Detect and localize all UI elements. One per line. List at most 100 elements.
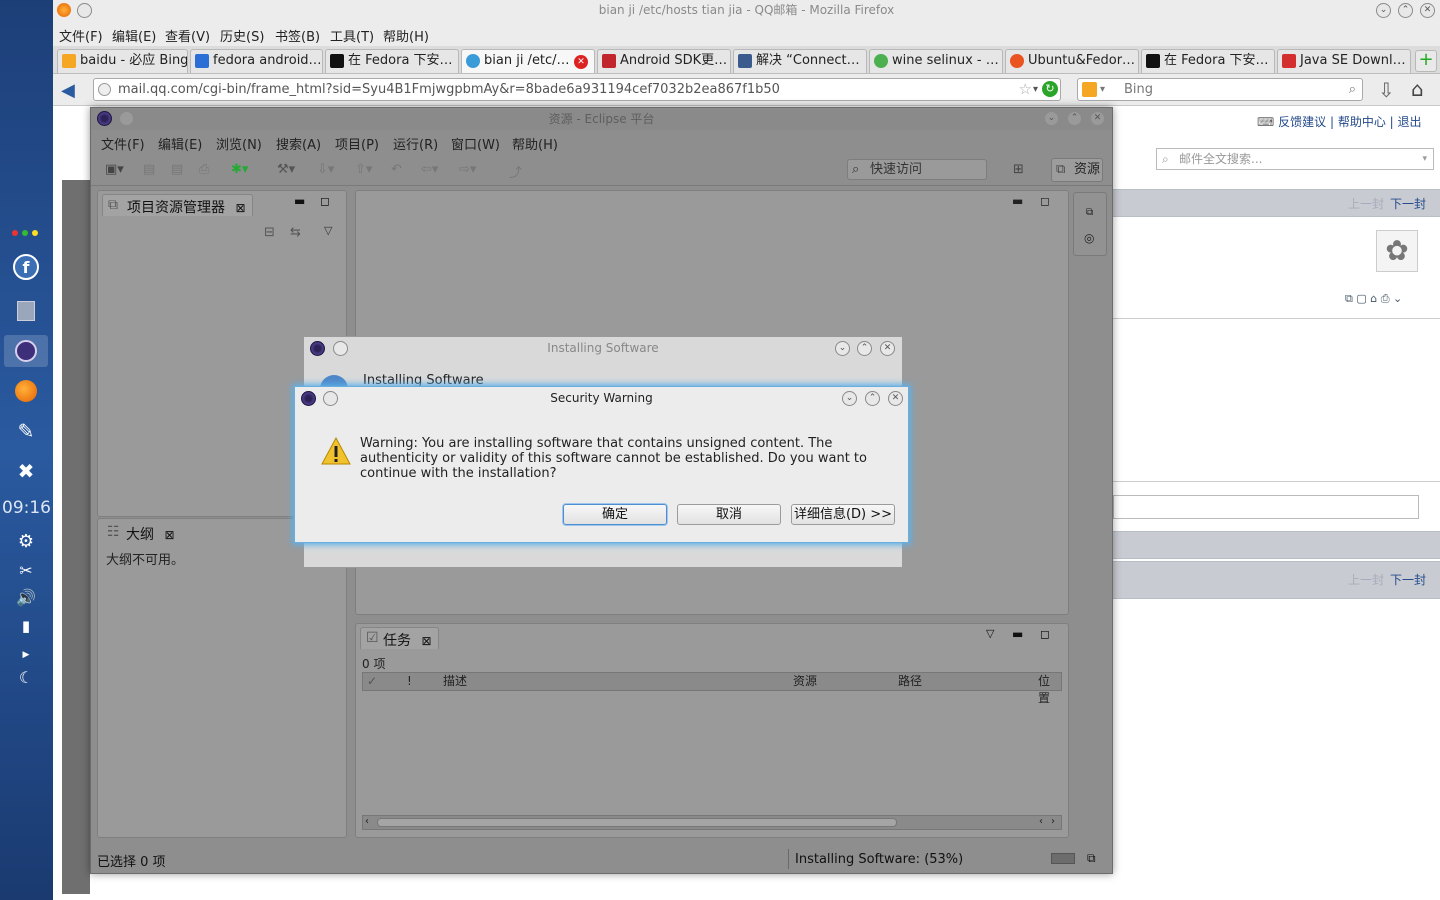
url-bar[interactable]: mail.qq.com/cgi-bin/frame_html?sid=Syu4B… (93, 78, 1061, 101)
minimize-view-icon[interactable]: ▬ (1012, 627, 1023, 641)
col-path[interactable]: 路径 (898, 673, 922, 690)
search-binoculars-icon[interactable]: ⌕ (1349, 79, 1356, 100)
prev-mail-link[interactable]: 上一封 (1348, 571, 1384, 588)
last-edit-icon[interactable]: ↶ (391, 162, 402, 177)
window-menu-icon[interactable] (333, 341, 348, 356)
eclipse-menu-edit[interactable]: 编辑(E) (158, 134, 202, 153)
scrollbar-thumb[interactable] (377, 818, 897, 827)
download-icon[interactable]: ⇩ (1378, 78, 1395, 102)
tab-1[interactable]: baidu - 必应 Bing (57, 49, 188, 73)
maximize-icon[interactable]: ⌃ (865, 391, 880, 406)
eclipse-menu-search[interactable]: 搜索(A) (276, 134, 321, 153)
scroll-left-icon[interactable]: ‹ (1039, 816, 1043, 827)
tab-3[interactable]: 在 Fedora 下安… (325, 49, 459, 73)
moon-icon[interactable]: ☾ (10, 662, 42, 692)
qqmail-top-links[interactable]: ⌨ 反馈建议 | 帮助中心 | 退出 (1257, 113, 1422, 130)
mail-tool-icons[interactable]: ⧉ ▢ ⌂ ⎙ ⌄ (1345, 292, 1402, 306)
new-wizard-icon[interactable]: ▣▾ (105, 162, 124, 177)
settings-icon[interactable]: ⚙ (10, 526, 42, 556)
menu-history[interactable]: 历史(S) (220, 26, 264, 45)
maximize-view-icon[interactable]: ◻ (1040, 627, 1050, 641)
tab-10[interactable]: Java SE Downl… (1277, 49, 1411, 73)
debug-icon[interactable]: ✱▾ (231, 162, 248, 177)
view-menu-icon[interactable]: ▽ (986, 627, 994, 640)
view-menu-icon[interactable]: ▽ (324, 224, 332, 237)
tab-project-explorer[interactable]: ⧉ 项目资源管理器 ⊠ (102, 194, 253, 216)
tab-9[interactable]: 在 Fedora 下安… (1141, 49, 1275, 73)
eclipse-menu-navigate[interactable]: 浏览(N) (216, 134, 262, 153)
menu-bookmarks[interactable]: 书签(B) (275, 26, 320, 45)
close-view-icon[interactable]: ⊠ (421, 634, 431, 648)
collapse-all-icon[interactable]: ⊟ (264, 225, 275, 240)
tools-icon[interactable]: ✖ (10, 456, 42, 486)
bookmark-star-icon[interactable]: ☆ (1019, 79, 1032, 100)
col-done[interactable]: ✓ (367, 673, 377, 690)
col-location[interactable]: 位置 (1038, 673, 1061, 707)
eclipse-menu-project[interactable]: 项目(P) (335, 134, 379, 153)
mail-search-input[interactable]: ⌕ 邮件全文搜索... ▾ (1156, 148, 1434, 170)
eclipse-dock-icon[interactable] (4, 335, 48, 367)
prev-mail-link[interactable]: 上一封 (1348, 195, 1384, 212)
prev-annotation-icon[interactable]: ⇧▾ (355, 162, 372, 177)
quick-reply-input[interactable] (1113, 495, 1419, 519)
progress-icon[interactable] (1051, 853, 1075, 864)
eclipse-menu-run[interactable]: 运行(R) (393, 134, 438, 153)
editor-icon[interactable]: ✎ (10, 416, 42, 446)
cancel-button[interactable]: 取消 (677, 504, 781, 525)
details-button[interactable]: 详细信息(D) >> (791, 504, 895, 525)
pin-editor-icon[interactable]: ⤴ (509, 162, 522, 181)
maximize-icon[interactable]: ⌃ (857, 341, 872, 356)
window-menu-icon[interactable] (119, 111, 134, 126)
url-dropdown-icon[interactable]: ▾ (1033, 79, 1038, 100)
eclipse-menu-window[interactable]: 窗口(W) (451, 134, 500, 153)
minimize-editor-icon[interactable]: ▬ (1012, 194, 1023, 208)
scroll-left-icon[interactable]: ‹ (365, 816, 369, 827)
close-icon[interactable]: ✕ (1090, 111, 1105, 126)
minimize-view-icon[interactable]: ▬ (294, 194, 305, 208)
chevron-down-icon[interactable]: ▾ (1422, 149, 1427, 169)
tab-tasks[interactable]: ☑ 任务 ⊠ (360, 627, 439, 649)
maximize-editor-icon[interactable]: ◻ (1040, 194, 1050, 208)
fedora-icon[interactable]: f (10, 252, 42, 282)
forward-icon[interactable]: ⇨▾ (459, 162, 476, 177)
window-menu-icon[interactable] (323, 391, 338, 406)
tab-outline[interactable]: ☷ 大纲 ⊠ (102, 522, 181, 544)
back-arrow-icon[interactable]: ◀ (61, 80, 75, 101)
files-icon[interactable] (10, 296, 42, 326)
menu-tools[interactable]: 工具(T) (330, 26, 374, 45)
tab-4-active[interactable]: bian ji /etc/… ✕ (461, 49, 595, 73)
window-menu-icon[interactable] (77, 3, 92, 18)
close-view-icon[interactable]: ⊠ (235, 201, 245, 215)
external-tools-icon[interactable]: ⚒▾ (277, 162, 295, 177)
eclipse-menu-help[interactable]: 帮助(H) (512, 134, 558, 153)
save-icon[interactable]: ▤ (143, 162, 155, 177)
close-icon[interactable]: ✕ (880, 341, 895, 356)
tab-7[interactable]: wine selinux - … (869, 49, 1003, 73)
menu-file[interactable]: 文件(F) (59, 26, 103, 45)
resource-perspective-button[interactable]: ⧉ 资源 (1051, 158, 1103, 182)
next-annotation-icon[interactable]: ⇩▾ (317, 162, 334, 177)
col-description[interactable]: 描述 (443, 673, 467, 690)
next-mail-link[interactable]: 下一封 (1390, 195, 1426, 212)
save-all-icon[interactable]: ▤ (171, 162, 183, 177)
minimize-icon[interactable]: ⌄ (842, 391, 857, 406)
volume-icon[interactable]: 🔊 (10, 582, 42, 612)
site-identity-icon[interactable] (98, 83, 111, 96)
scroll-right-icon[interactable]: › (1051, 816, 1055, 827)
close-icon[interactable]: ✕ (888, 391, 903, 406)
maximize-view-icon[interactable]: ◻ (320, 194, 330, 208)
tab-close-icon[interactable]: ✕ (574, 55, 588, 69)
link-editor-icon[interactable]: ⇆ (290, 225, 301, 240)
tab-2[interactable]: fedora android… (190, 49, 323, 73)
home-icon[interactable]: ⌂ (1411, 77, 1424, 101)
quick-access-input[interactable]: ⌕ 快速访问 (847, 159, 987, 180)
maximize-icon[interactable]: ⌃ (1398, 3, 1413, 18)
reload-icon[interactable]: ↻ (1042, 81, 1058, 97)
menu-view[interactable]: 查看(V) (165, 26, 210, 45)
tab-8[interactable]: Ubuntu&Fedor… (1005, 49, 1139, 73)
close-icon[interactable]: ✕ (1420, 3, 1435, 18)
tasks-hscrollbar[interactable]: ‹ ‹ › (362, 815, 1062, 830)
search-bar[interactable]: ▾ Bing ⌕ (1077, 78, 1363, 101)
tab-5[interactable]: Android SDK更… (597, 49, 731, 73)
firefox-dock-icon[interactable] (10, 376, 42, 406)
